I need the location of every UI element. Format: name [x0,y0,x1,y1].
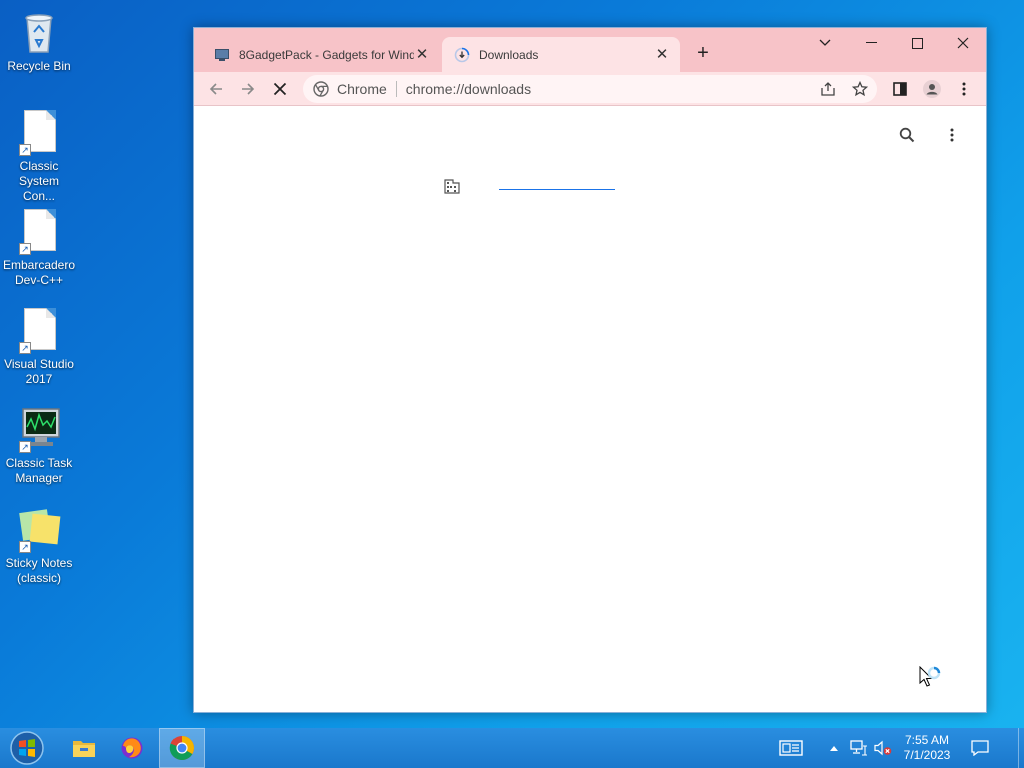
side-panel-icon [893,82,907,96]
desktop-icon-embarcadero-dev-cpp[interactable]: ↗ Embarcadero Dev-C++ [2,207,76,288]
loading-link-placeholder[interactable] [499,189,615,190]
desktop-icon-label: Visual Studio 2017 [4,357,74,386]
network-status-button[interactable] [848,728,870,768]
chrome-taskbar-button[interactable] [159,728,205,768]
notification-icon [971,740,989,756]
profile-avatar-icon [923,80,941,98]
document-shortcut-icon: ↗ [15,207,63,255]
close-window-button[interactable] [940,30,986,56]
chrome-window: 8GadgetPack - Gadgets for Windows ✕ Down… [193,27,987,713]
start-button[interactable] [4,728,50,768]
document-shortcut-icon: ↗ [15,306,63,354]
downloads-favicon [454,47,470,63]
busy-cursor-icon [919,665,945,697]
task-manager-icon: ↗ [15,405,63,453]
desktop-icon-sticky-notes[interactable]: ↗ Sticky Notes (classic) [2,505,76,586]
volume-muted-icon [874,740,892,756]
browser-toolbar: Chrome chrome://downloads [194,72,986,106]
downloads-page [194,107,986,712]
chevron-up-icon [830,746,838,751]
address-bar[interactable]: Chrome chrome://downloads [303,75,877,103]
downloads-menu-button[interactable] [939,122,965,148]
firefox-taskbar-button[interactable] [110,728,154,768]
tab-title: Downloads [479,47,539,62]
file-explorer-taskbar-button[interactable] [62,728,106,768]
desktop-icon-classic-task-manager[interactable]: ↗ Classic Task Manager [2,405,76,486]
gadgetpack-favicon [214,47,230,63]
back-button[interactable] [203,76,229,102]
desktop-icon-visual-studio-2017[interactable]: ↗ Visual Studio 2017 [2,306,76,387]
site-chip: Chrome [337,81,397,97]
kebab-menu-icon [950,128,954,142]
desktop-icon-label: Classic Task Manager [5,456,73,485]
sticky-notes-icon: ↗ [15,505,63,553]
kebab-menu-icon [962,82,966,96]
arrow-left-icon [209,83,222,95]
network-icon [850,740,867,756]
tab-title: 8GadgetPack - Gadgets for Windows [239,47,414,62]
action-center-button[interactable] [966,728,994,768]
start-orb-icon [10,731,44,765]
file-explorer-icon [73,741,95,757]
search-downloads-button[interactable] [894,122,920,148]
clock-time: 7:55 AM [904,733,950,747]
maximize-button[interactable] [894,30,940,56]
chrome-site-icon [313,81,329,97]
url-text: chrome://downloads [405,81,532,97]
news-icon [779,740,803,756]
close-tab-icon[interactable]: ✕ [654,46,670,63]
desktop-icon-label: Classic System Con... [18,159,59,203]
tab-search-button[interactable] [802,30,848,56]
bookmark-star-icon[interactable] [851,80,869,98]
tab-downloads[interactable]: Downloads ✕ [442,37,680,72]
news-widget-button[interactable] [776,728,806,768]
desktop-icon-label: Embarcadero Dev-C++ [2,258,76,287]
minimize-icon [865,42,877,43]
managed-by-organization-icon [439,173,465,199]
chrome-icon [169,736,194,761]
desktop-icon-label: Recycle Bin [7,59,71,73]
stop-loading-button[interactable] [267,76,293,102]
close-icon [957,37,969,49]
recycle-bin-icon [15,8,63,56]
document-shortcut-icon: ↗ [15,108,63,156]
chevron-down-icon [819,39,831,46]
share-icon[interactable] [819,80,837,98]
search-icon [899,127,915,143]
show-hidden-icons-button[interactable] [825,728,843,768]
taskbar: 7:55 AM 7/1/2023 [0,728,1024,768]
desktop-icon-recycle-bin[interactable]: Recycle Bin [2,8,76,74]
stop-icon [273,82,287,96]
forward-button[interactable] [235,76,261,102]
chrome-menu-button[interactable] [951,76,977,102]
clock-date: 7/1/2023 [903,748,951,762]
clock[interactable]: 7:55 AM 7/1/2023 [895,733,959,763]
show-desktop-button[interactable] [1018,728,1024,768]
desktop-icon-label: Sticky Notes (classic) [5,556,73,585]
tab-8gadgetpack[interactable]: 8GadgetPack - Gadgets for Windows ✕ [202,37,440,72]
maximize-icon [911,37,923,49]
desktop-icon-classic-system-control[interactable]: ↗ Classic System Con... [2,108,76,204]
close-tab-icon[interactable]: ✕ [414,46,430,63]
profile-button[interactable] [919,76,945,102]
firefox-icon [121,737,143,759]
volume-button[interactable] [872,728,894,768]
new-tab-button[interactable]: + [692,42,714,64]
side-panel-button[interactable] [887,76,913,102]
arrow-right-icon [242,83,255,95]
minimize-button[interactable] [848,30,894,56]
title-bar[interactable]: 8GadgetPack - Gadgets for Windows ✕ Down… [194,28,986,72]
